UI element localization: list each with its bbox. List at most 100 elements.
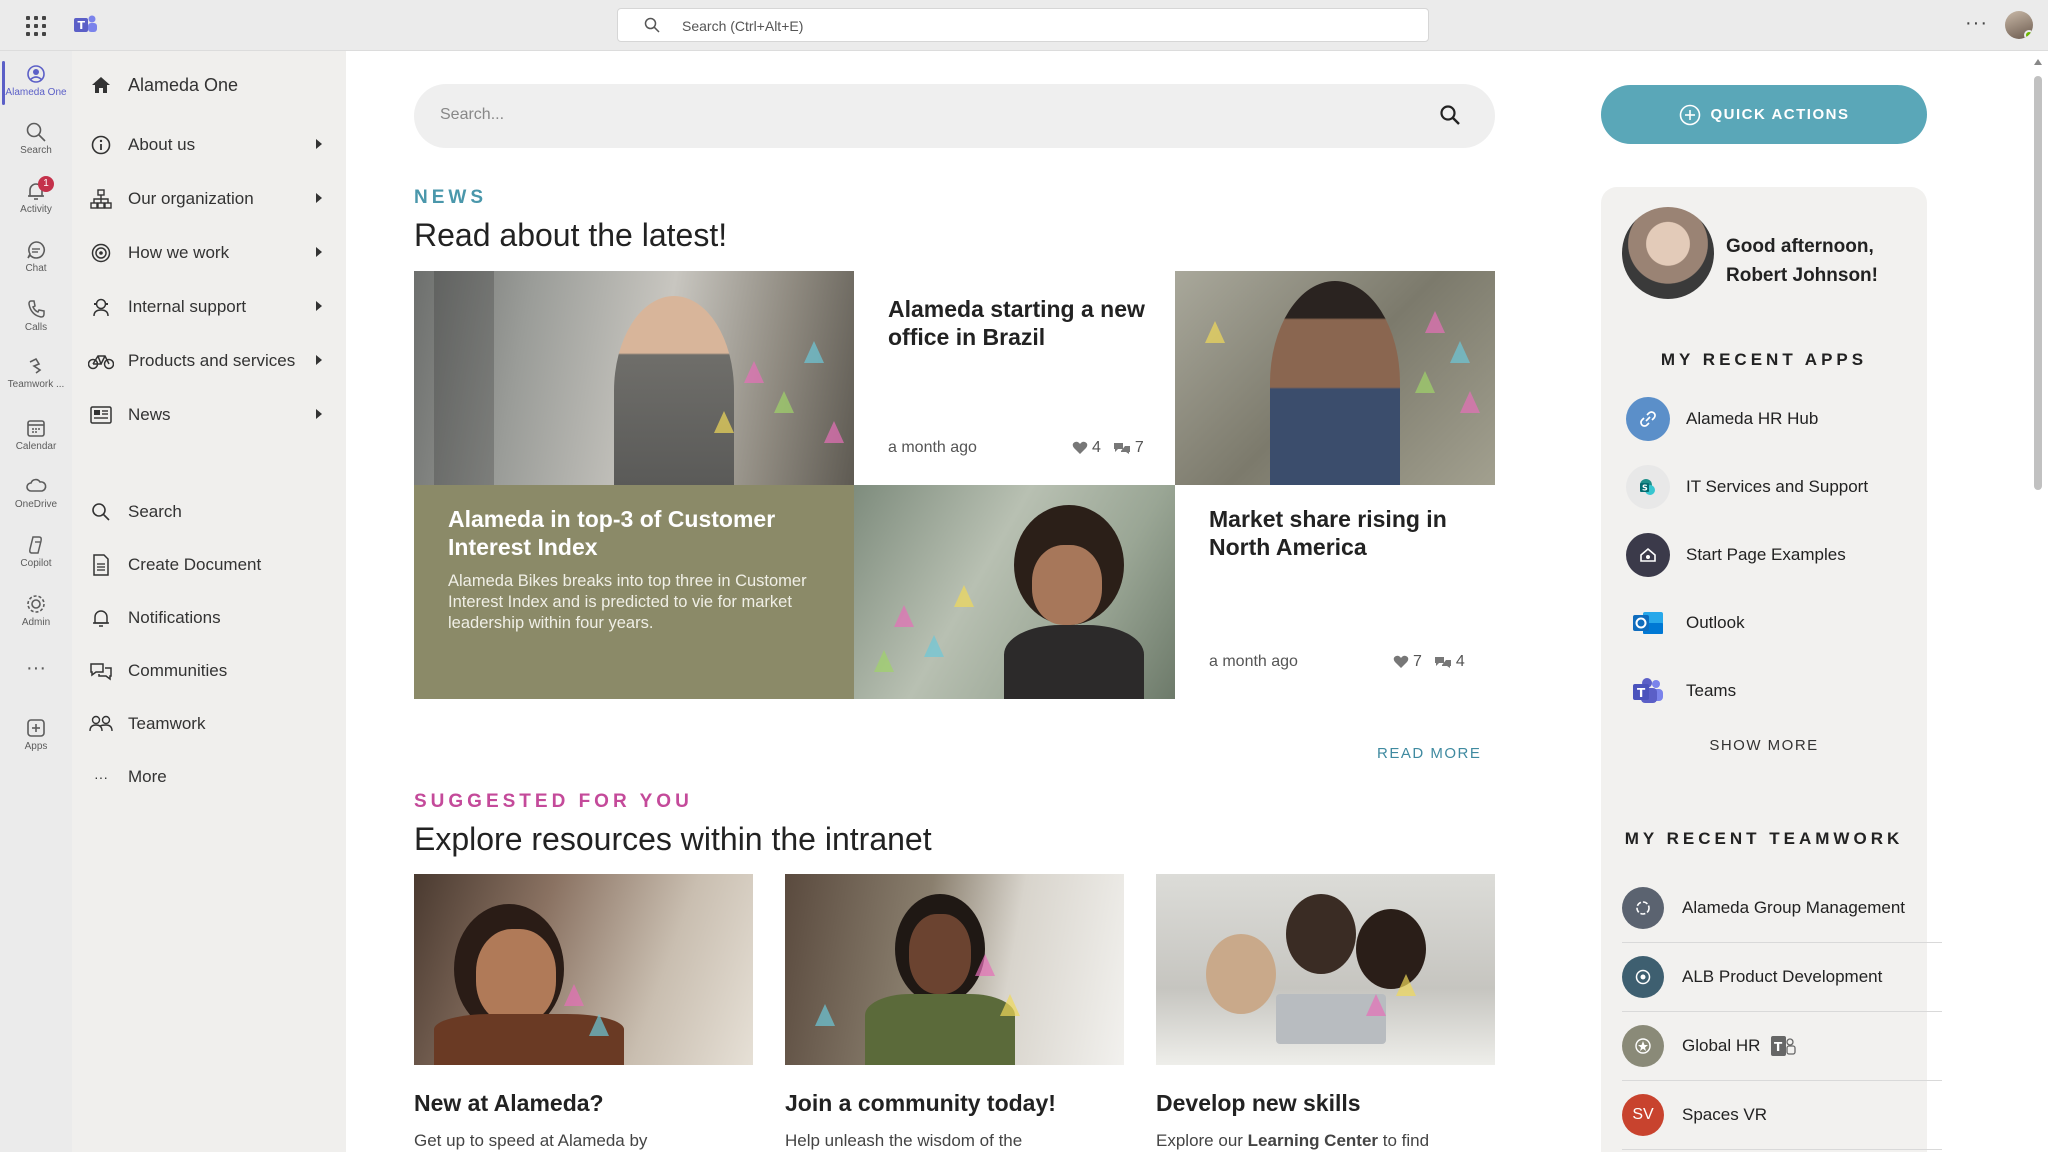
chevron-right-icon [316, 139, 322, 149]
recent-app-it-services[interactable]: S IT Services and Support [1626, 464, 1868, 510]
suggested-image-community [785, 874, 1124, 1065]
quick-actions-button[interactable]: QUICK ACTIONS [1601, 85, 1927, 144]
global-search-input[interactable]: Search (Ctrl+Alt+E) [617, 8, 1429, 42]
news-time-brazil: a month ago [888, 439, 977, 456]
sharepoint-icon: S [1626, 465, 1670, 509]
rail-copilot[interactable]: Copilot [0, 528, 72, 586]
heart-icon[interactable] [1393, 655, 1409, 669]
nav-notifications[interactable]: Notifications [88, 598, 338, 638]
nav-news[interactable]: News [88, 395, 338, 435]
rail-search[interactable]: Search [0, 115, 72, 173]
greeting-text: Good afternoon, Robert Johnson! [1726, 236, 1878, 286]
teamwork-item-spaces-vr[interactable]: SV Spaces VR [1622, 1081, 1942, 1150]
nav-create-document[interactable]: Create Document [88, 545, 338, 585]
nav-communities[interactable]: Communities [88, 651, 338, 691]
home-shield-icon [1626, 533, 1670, 577]
search-icon [88, 499, 114, 525]
nav-our-organization[interactable]: Our organization [88, 179, 338, 219]
cloud-icon [26, 478, 47, 492]
news-card-brazil[interactable]: Alameda starting a new office in Brazil … [854, 271, 1175, 485]
scroll-up-arrow-icon[interactable] [2034, 59, 2042, 65]
suggested-image-new [414, 874, 753, 1065]
intranet-search-input[interactable]: Search... [414, 84, 1495, 148]
suggested-desc-skills: Explore our Learning Center to find [1156, 1131, 1430, 1150]
group-icon [1622, 887, 1664, 929]
recent-app-outlook[interactable]: Outlook [1626, 600, 1745, 646]
suggested-card-community[interactable]: Join a community today! Help unleash the… [785, 874, 1124, 1150]
rail-onedrive[interactable]: OneDrive [0, 469, 72, 527]
support-icon [88, 294, 114, 320]
teamwork-item-product-development[interactable]: ALB Product Development [1622, 943, 1942, 1012]
news-card-market-share[interactable]: Market share rising in North America a m… [1175, 485, 1495, 699]
nav-about-us[interactable]: About us [88, 125, 338, 165]
calendar-icon [27, 420, 45, 437]
news-heading: Read about the latest! [414, 217, 728, 253]
recent-app-teams[interactable]: T Teams [1626, 668, 1736, 714]
comments-icon[interactable] [1434, 655, 1452, 669]
show-more-apps-button[interactable]: SHOW MORE [1601, 737, 1927, 754]
settings-more-button[interactable]: ··· [1965, 12, 1988, 35]
read-more-link[interactable]: READ MORE [1377, 745, 1481, 762]
info-icon [88, 132, 114, 158]
rail-admin[interactable]: Admin [0, 587, 72, 645]
suggested-card-new[interactable]: New at Alameda? Get up to speed at Alame… [414, 874, 753, 1150]
scrollbar-thumb[interactable] [2034, 76, 2042, 490]
news-image-headphones-man[interactable] [1175, 271, 1495, 485]
search-icon [644, 17, 660, 33]
rail-calendar[interactable]: Calendar [0, 411, 72, 469]
news-image-woman[interactable] [854, 485, 1175, 699]
teamwork-icon [29, 357, 42, 374]
nav-internal-support[interactable]: Internal support [88, 287, 338, 327]
phone-icon [28, 300, 45, 318]
teams-logo-icon: T [74, 15, 97, 32]
intranet-search-placeholder: Search... [440, 106, 505, 123]
news-image-office-man[interactable] [414, 271, 854, 485]
chevron-right-icon [316, 355, 322, 365]
org-chart-icon [88, 186, 114, 212]
search-icon [26, 122, 46, 142]
rail-activity[interactable]: 1 Activity [0, 174, 72, 232]
nav-home[interactable]: Alameda One [88, 65, 338, 105]
suggested-card-skills[interactable]: Develop new skills Explore our Learning … [1156, 874, 1495, 1150]
svg-text:S: S [1642, 484, 1648, 493]
app-rail: Alameda One Search 1 Activity Chat Calls… [0, 51, 72, 1152]
teams-icon: T [1626, 669, 1670, 713]
nav-how-we-work[interactable]: How we work [88, 233, 338, 273]
home-icon [88, 72, 114, 98]
recent-teamwork-title: MY RECENT TEAMWORK [1624, 829, 1904, 848]
heart-icon[interactable] [1072, 441, 1088, 455]
teamwork-item-group-management[interactable]: Alameda Group Management [1622, 874, 1942, 943]
news-card-customer-interest[interactable]: Alameda in top-3 of Customer Interest In… [414, 485, 854, 699]
newspaper-icon [88, 402, 114, 428]
teamwork-item-global-hr[interactable]: Global HR T [1622, 1012, 1942, 1081]
nav-products-and-services[interactable]: Products and services [88, 341, 338, 381]
user-avatar[interactable] [2005, 11, 2033, 39]
document-icon [88, 552, 114, 578]
bicycle-icon [88, 348, 114, 374]
apps-icon [27, 719, 45, 737]
comments-icon[interactable] [1113, 441, 1131, 455]
page-scrollbar[interactable] [2028, 51, 2048, 1152]
learning-center-link[interactable]: Learning Center [1248, 1131, 1378, 1150]
greeting-avatar [1622, 207, 1714, 299]
rail-apps[interactable]: Apps [0, 711, 72, 769]
outlook-icon [1626, 601, 1670, 645]
recent-app-start-page[interactable]: Start Page Examples [1626, 532, 1846, 578]
rail-more[interactable]: ··· [0, 651, 72, 687]
nav-more[interactable]: ··· More [88, 757, 338, 797]
global-search-placeholder: Search (Ctrl+Alt+E) [682, 18, 804, 34]
search-icon[interactable] [1439, 104, 1461, 126]
rail-teamwork[interactable]: Teamwork ... [0, 349, 72, 407]
rail-calls[interactable]: Calls [0, 292, 72, 350]
news-title-customer-interest: Alameda in top-3 of Customer Interest In… [448, 506, 776, 560]
rail-alameda-one[interactable]: Alameda One [0, 57, 72, 115]
recent-app-hr-hub[interactable]: Alameda HR Hub [1626, 396, 1818, 442]
nav-search[interactable]: Search [88, 492, 338, 532]
news-stats-market-share: 7 4 [1393, 653, 1465, 671]
rail-chat[interactable]: Chat [0, 233, 72, 291]
app-launcher-icon[interactable] [26, 16, 46, 36]
personal-panel: Good afternoon, Robert Johnson! MY RECEN… [1601, 187, 1942, 1152]
bell-icon [88, 605, 114, 631]
nav-teamwork[interactable]: Teamwork [88, 704, 338, 744]
chevron-right-icon [316, 247, 322, 257]
